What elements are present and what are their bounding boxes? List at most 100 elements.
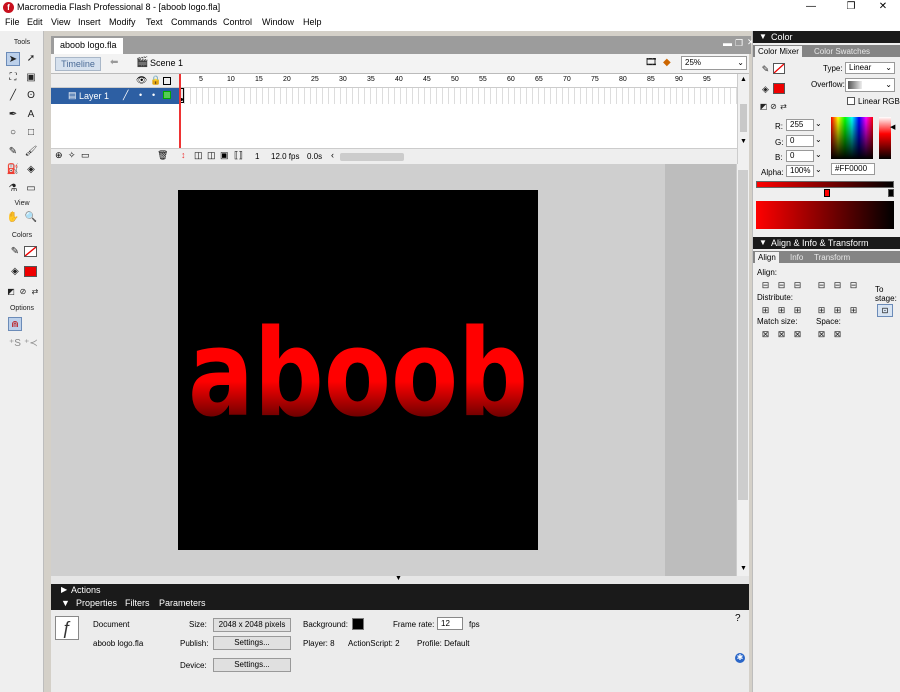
gradient-bar[interactable]	[756, 181, 894, 188]
unlocked-dot-icon[interactable]: •	[152, 90, 155, 100]
b-input[interactable]: 0	[786, 150, 814, 162]
hex-input[interactable]: #FF0000	[831, 163, 875, 175]
menu-view[interactable]: View	[51, 17, 70, 27]
modify-markers-icon[interactable]: ⟦⟧	[234, 150, 243, 161]
snap-to-objects-icon[interactable]: ⋒	[8, 317, 22, 331]
stroke-color-icon[interactable]: ✎	[759, 63, 772, 75]
delete-layer-icon[interactable]: 🗑	[157, 150, 168, 161]
straighten-icon[interactable]: ⁺≺	[24, 337, 38, 351]
close-icon[interactable]: ✕	[870, 0, 896, 15]
match-height-icon[interactable]: ⊠	[775, 328, 788, 340]
pen-tool-icon[interactable]: ✒	[6, 108, 20, 122]
tab-align[interactable]: Align	[755, 252, 779, 263]
stroke-color-swatch[interactable]	[24, 246, 37, 257]
brush-tool-icon[interactable]: 🖌	[24, 145, 38, 159]
distribute-hcenter-icon[interactable]: ⊞	[831, 304, 844, 316]
timeline-hscroll-thumb[interactable]	[340, 153, 404, 161]
frame-rate-input[interactable]: 12	[437, 617, 463, 630]
minimize-icon[interactable]: —	[798, 0, 824, 15]
outline-icon[interactable]	[163, 77, 171, 85]
free-transform-tool-icon[interactable]: ⛶	[6, 71, 20, 85]
align-bottom-icon[interactable]: ⊟	[847, 279, 860, 291]
g-chevron-icon[interactable]: ⌄	[815, 135, 822, 144]
tab-parameters[interactable]: Parameters	[159, 598, 206, 608]
space-vertical-icon[interactable]: ⊠	[815, 328, 828, 340]
oval-tool-icon[interactable]: ○	[6, 126, 20, 140]
line-tool-icon[interactable]: ╱	[6, 89, 20, 103]
tab-filters[interactable]: Filters	[125, 598, 150, 608]
hand-tool-icon[interactable]: ✋	[6, 211, 20, 225]
g-input[interactable]: 0	[786, 135, 814, 147]
eraser-tool-icon[interactable]: ▭	[24, 182, 38, 196]
swap-colors-icon[interactable]: ⇄	[28, 285, 42, 299]
ink-bottle-tool-icon[interactable]: ⛽	[6, 163, 20, 177]
onion-outline-icon[interactable]: ◫	[207, 150, 216, 161]
device-settings-button[interactable]: Settings...	[213, 658, 291, 672]
scroll-down-icon[interactable]: ▼	[740, 565, 747, 572]
zoom-tool-icon[interactable]: 🔍	[24, 211, 38, 225]
distribute-vcenter-icon[interactable]: ⊞	[775, 304, 788, 316]
tab-color-swatches[interactable]: Color Swatches	[811, 46, 873, 57]
alpha-input[interactable]: 100%	[786, 165, 814, 177]
menu-help[interactable]: Help	[303, 17, 322, 27]
stroke-color-icon[interactable]: ✎	[8, 245, 22, 259]
collapse-arrow-icon[interactable]: ▼	[395, 575, 402, 582]
center-frame-icon[interactable]: ↕	[181, 150, 186, 160]
fill-transform-tool-icon[interactable]: ▣	[24, 71, 38, 85]
match-width-icon[interactable]: ⊠	[759, 328, 772, 340]
align-left-icon[interactable]: ⊟	[759, 279, 772, 291]
r-chevron-icon[interactable]: ⌄	[815, 119, 822, 128]
edit-symbols-icon[interactable]: ◆	[663, 57, 671, 68]
stage-vscroll[interactable]: ▼	[736, 164, 749, 576]
linear-rgb-checkbox[interactable]	[847, 97, 855, 105]
match-both-icon[interactable]: ⊠	[791, 328, 804, 340]
doc-restore-icon[interactable]: ❐	[735, 38, 743, 49]
stage-hscroll[interactable]: ▼	[51, 575, 749, 584]
fill-color-icon[interactable]: ◈	[8, 265, 22, 279]
space-horizontal-icon[interactable]: ⊠	[831, 328, 844, 340]
menu-text[interactable]: Text	[146, 17, 163, 27]
brightness-marker-icon[interactable]: ◀	[890, 123, 895, 131]
scroll-left-icon[interactable]: ‹	[331, 150, 334, 160]
align-panel-header[interactable]: ▼ Align & Info & Transform	[753, 237, 900, 249]
restore-icon[interactable]: ❐	[838, 0, 864, 15]
swap-colors-icon[interactable]: ⇄	[777, 101, 790, 113]
to-stage-toggle-icon[interactable]: ⊡	[877, 304, 893, 317]
edit-scene-icon[interactable]: 🎞	[645, 57, 658, 68]
eyedropper-tool-icon[interactable]: ⚗	[6, 182, 20, 196]
align-right-icon[interactable]: ⊟	[791, 279, 804, 291]
add-guide-icon[interactable]: ✧	[68, 150, 76, 161]
fill-color-swatch[interactable]	[24, 266, 37, 277]
menu-window[interactable]: Window	[262, 17, 294, 27]
size-button[interactable]: 2048 x 2048 pixels	[213, 618, 291, 632]
menu-modify[interactable]: Modify	[109, 17, 136, 27]
doc-minimize-icon[interactable]: ▬	[723, 38, 732, 48]
selection-tool-icon[interactable]: ➤	[6, 52, 20, 66]
onion-skin-icon[interactable]: ◫	[194, 150, 203, 161]
align-vcenter-icon[interactable]: ⊟	[831, 279, 844, 291]
smooth-icon[interactable]: ⁺S	[8, 337, 22, 351]
add-folder-icon[interactable]: ▭	[81, 150, 90, 161]
layer-row[interactable]: ▤ Layer 1 ╱ • •	[51, 88, 179, 104]
distribute-top-icon[interactable]: ⊞	[759, 304, 772, 316]
menu-file[interactable]: File	[5, 17, 20, 27]
scroll-down-icon[interactable]: ▼	[740, 138, 747, 145]
timeline-toggle-button[interactable]: Timeline	[55, 57, 101, 71]
scroll-up-icon[interactable]: ▲	[740, 76, 747, 83]
align-hcenter-icon[interactable]: ⊟	[775, 279, 788, 291]
tab-transform[interactable]: Transform	[811, 252, 853, 263]
tab-properties[interactable]: Properties	[76, 598, 117, 608]
collapse-arrow-icon[interactable]: ▼	[61, 598, 70, 608]
distribute-bottom-icon[interactable]: ⊞	[791, 304, 804, 316]
align-top-icon[interactable]: ⊟	[815, 279, 828, 291]
timeline-vscroll-thumb[interactable]	[740, 104, 747, 132]
eye-icon[interactable]: 👁	[136, 75, 147, 86]
color-panel-header[interactable]: ▼ Color	[753, 31, 900, 43]
timeline-vscroll[interactable]: ▲ ▼	[737, 74, 749, 164]
mixer-stroke-swatch[interactable]	[773, 63, 785, 74]
r-input[interactable]: 255	[786, 119, 814, 131]
alpha-chevron-icon[interactable]: ⌄	[815, 165, 822, 174]
publish-settings-button[interactable]: Settings...	[213, 636, 291, 650]
type-select[interactable]: Linear ⌄	[845, 62, 895, 74]
stage[interactable]: aboob	[178, 190, 538, 550]
